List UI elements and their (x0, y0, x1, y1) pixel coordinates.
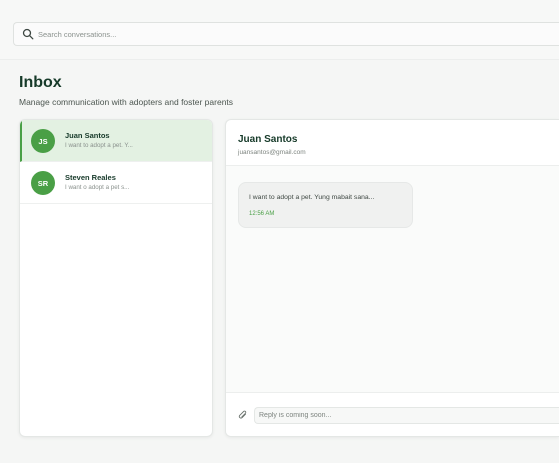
chat-contact-name: Juan Santos (238, 134, 298, 145)
message-text: I want to adopt a pet. Yung mabait sana.… (249, 194, 375, 201)
top-bar (0, 0, 559, 60)
avatar: SR (31, 171, 55, 195)
avatar: JS (31, 129, 55, 153)
conversation-item-juan-santos[interactable]: JS Juan Santos I want to adopt a pet. Y.… (20, 120, 212, 162)
chat-panel: Juan Santos juansantos@gmail.com I want … (225, 119, 559, 437)
page-subtitle: Manage communication with adopters and f… (19, 97, 234, 107)
chat-contact-email: juansantos@gmail.com (238, 149, 306, 156)
page-title: Inbox (19, 74, 62, 91)
paperclip-icon[interactable] (238, 410, 248, 421)
conversation-preview: I want to adopt a pet. Y... (65, 142, 133, 149)
conversation-name: Juan Santos (65, 131, 110, 140)
conversation-name: Steven Reales (65, 173, 116, 182)
message-time: 12:56 AM (249, 211, 275, 217)
search-input[interactable] (38, 26, 538, 42)
search-icon (22, 28, 34, 40)
conversation-item-steven-reales[interactable]: SR Steven Reales I want o adopt a pet s.… (20, 162, 212, 204)
search-bar[interactable] (13, 22, 559, 46)
conversation-preview: I want o adopt a pet s... (65, 184, 130, 191)
conversation-list: JS Juan Santos I want to adopt a pet. Y.… (19, 119, 213, 437)
reply-bar (226, 392, 559, 436)
message-bubble: I want to adopt a pet. Yung mabait sana.… (238, 182, 413, 228)
message-thread: I want to adopt a pet. Yung mabait sana.… (226, 166, 559, 392)
reply-input[interactable] (254, 407, 559, 424)
chat-header: Juan Santos juansantos@gmail.com (226, 120, 559, 166)
